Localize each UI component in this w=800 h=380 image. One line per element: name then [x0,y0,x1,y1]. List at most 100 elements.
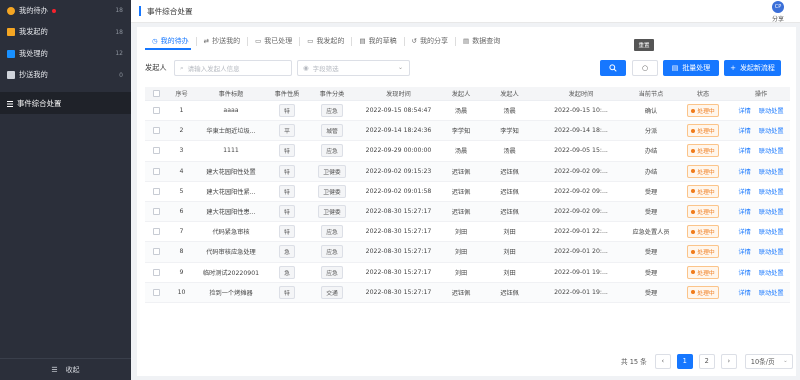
row-checkbox[interactable] [153,107,160,115]
batch-process-button[interactable]: ▤ 批量处理 [663,60,719,76]
row-checkbox[interactable] [153,147,160,155]
linkage-link[interactable]: 联动处置 [759,207,784,216]
tab-todo[interactable]: ◷ 我的待办 [145,36,197,46]
cell-no: 8 [179,248,184,256]
row-checkbox[interactable] [153,288,160,296]
sidebar-item-initiated[interactable]: 我发起的 18 [0,22,131,44]
data-icon: ▤ [463,37,470,45]
cell-status: 处理中 [677,144,729,158]
cell-initiator: 迟钰佩 [451,289,471,297]
tab-share[interactable]: ↺ 我的分享 [405,36,457,46]
cell-time: 2022-09-15 08:54:47 [365,107,432,115]
cell-node: 办结 [644,168,658,176]
sidebar-item-processed[interactable]: 我处理的 12 [0,43,131,65]
sidebar-main-label: 事件综合处置 [17,98,62,108]
cell-time: 2022-08-30 15:27:17 [365,268,432,276]
row-checkbox[interactable] [153,127,160,135]
category-tag: 交通 [321,285,343,299]
cell-initiator: 迟钰佩 [451,168,471,176]
clock-icon: ◷ [152,37,158,45]
tab-draft[interactable]: ▤ 我的草稿 [352,36,405,46]
status-badge: 处理中 [687,265,719,279]
detail-link[interactable]: 详情 [738,247,750,256]
new-process-button[interactable]: + 发起新流程 [724,60,781,76]
row-checkbox[interactable] [153,228,160,236]
linkage-link[interactable]: 联动处置 [759,227,784,236]
share-button[interactable]: CP 分享 [771,1,784,23]
detail-link[interactable]: 详情 [738,106,750,115]
detail-link[interactable]: 详情 [738,207,750,216]
initiator-search-input[interactable]: ⌕ 请输入发起人信息 [174,60,292,76]
header-title: 事件标题 [218,91,244,98]
nature-tag: 急 [279,265,295,279]
table-header: 序号 事件标题 事件性质 事件分类 发现时间 发起人 发起人 发起时间 当前节点… [145,87,790,101]
row-select-cell [145,167,168,175]
tab-data[interactable]: ▤ 数据查询 [456,37,507,46]
cell-title: 1111 [223,147,239,155]
next-page-button[interactable]: › [720,353,737,369]
cell-initiator: 刘田 [454,249,468,257]
row-checkbox[interactable] [153,208,160,216]
cell-nature: 平 [267,124,307,138]
linkage-link[interactable]: 联动处置 [759,268,784,277]
linkage-link[interactable]: 联动处置 [759,106,784,115]
field-filter-placeholder: 字段筛选 [312,65,339,73]
status-dot-icon [691,169,696,174]
page-2-button[interactable]: 2 [698,353,715,369]
cell-actions: 详情 联动处置 [729,247,793,256]
search-button[interactable] [600,60,626,76]
cell-category: 卫健委 [307,164,357,178]
chevron-left-icon: ‹ [661,357,665,365]
detail-link[interactable]: 详情 [738,146,750,155]
header-nature: 事件性质 [274,91,300,98]
tab-processed[interactable]: ▭ 我已处理 [248,36,301,46]
linkage-link[interactable]: 联动处置 [759,247,784,256]
row-checkbox[interactable] [153,268,160,276]
category-tag: 应急 [321,245,343,259]
detail-link[interactable]: 详情 [738,288,750,297]
nature-tag: 特 [279,184,295,198]
cell-no: 9 [179,268,184,276]
detail-link[interactable]: 详情 [738,268,750,277]
detail-link[interactable]: 详情 [738,126,750,135]
detail-link[interactable]: 详情 [738,227,750,236]
reset-button[interactable]: ○ [632,60,658,76]
status-text: 处理中 [697,270,715,277]
sidebar-item-count: 18 [115,7,123,15]
chevron-down-icon: ⌄ [397,64,403,71]
prev-page-button[interactable]: ‹ [654,353,671,369]
initiator-label: 发起人 [145,63,167,72]
page-size-select[interactable]: 10条/页 ⌄ [744,353,793,369]
batch-label: 批量处理 [682,64,711,72]
tab-cc[interactable]: ⇄ 抄送我的 [197,36,249,46]
row-checkbox[interactable] [153,167,160,175]
tab-bar: ◷ 我的待办 ⇄ 抄送我的 ▭ 我已处理 ▭ 我发起的 ▤ 我的草稿 ↺ 我的分享 ▤ 数据查… [145,33,507,49]
table-row: 6 建大花园阳性患... 特 卫健委 2022-08-30 15:27:17 迟钰佩 迟钰佩… [145,201,790,223]
page-1-button[interactable]: 1 [676,353,693,369]
linkage-link[interactable]: 联动处置 [759,288,784,297]
linkage-link[interactable]: 联动处置 [759,126,784,135]
page-size-label: 10条/页 [750,358,775,366]
row-checkbox[interactable] [153,248,160,256]
select-all-checkbox[interactable] [153,90,160,97]
sidebar-item-todo[interactable]: 我的待办 18 [0,0,131,22]
linkage-link[interactable]: 联动处置 [759,187,784,196]
status-badge: 处理中 [687,225,719,239]
table-row: 1 aaaa 特 应急 2022-09-15 08:54:47 汤晨 汤晨 2022-09-1… [145,101,790,122]
chevron-down-icon: ⌄ [783,357,788,364]
linkage-link[interactable]: 联动处置 [759,167,784,176]
cell-title: 捡到一个烤摊器 [209,289,253,297]
tab-initiated[interactable]: ▭ 我发起的 [300,36,353,46]
detail-link[interactable]: 详情 [738,167,750,176]
row-select-cell [145,288,168,296]
collapse-button[interactable]: ☰ 收起 [0,358,131,380]
cell-start: 2022-09-01 20:... [554,248,608,256]
field-filter-select[interactable]: ◉ 字段筛选 ⌄ [297,60,410,76]
sidebar-item-cc[interactable]: 抄送我的 0 [0,65,131,87]
tab-label: 数据查询 [472,37,501,45]
row-checkbox[interactable] [153,187,160,195]
avatar: CP [771,1,784,13]
sidebar-item-event-handling[interactable]: 事件综合处置 [0,92,131,114]
linkage-link[interactable]: 联动处置 [759,146,784,155]
detail-link[interactable]: 详情 [738,187,750,196]
